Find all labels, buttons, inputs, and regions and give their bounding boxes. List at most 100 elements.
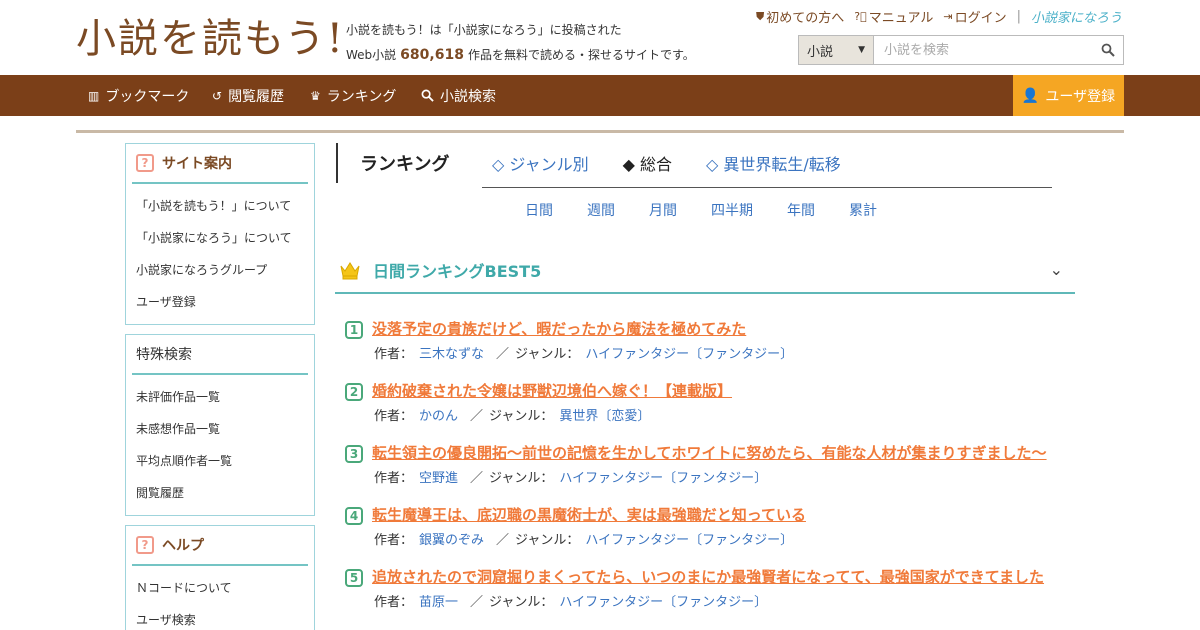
rank-number-badge: 1 xyxy=(345,321,363,339)
period-yearly[interactable]: 年間 xyxy=(787,200,815,220)
author-link[interactable]: 銀翼のぞみ xyxy=(419,533,484,548)
nav-bookmark-label: ブックマーク xyxy=(105,88,190,105)
sidebar-item-user-search[interactable]: ユーザ検索 xyxy=(126,604,314,630)
sidebar-item-about-narou[interactable]: 「小説家になろう」について xyxy=(126,222,314,254)
dropdown-arrow-icon: ▼ xyxy=(858,45,865,55)
novel-meta: 作者： 空野進 ／ ジャンル： ハイファンタジー〔ファンタジー〕 xyxy=(374,467,767,486)
author-link[interactable]: かのん xyxy=(419,409,458,424)
sidebar-item-unrated[interactable]: 未評価作品一覧 xyxy=(126,381,314,413)
main-nav: ▥ ブックマーク ↺ 閲覧履歴 ♛ ランキング 小説検索 👤 ユーザ登録 xyxy=(0,75,1200,116)
tab-overall[interactable]: ◆ 総合 xyxy=(623,151,672,175)
sidebar-item-register[interactable]: ユーザ登録 xyxy=(126,286,314,318)
login-icon: ⇥ xyxy=(943,10,953,23)
sidebar-guide-title-text: サイト案内 xyxy=(162,156,232,172)
sidebar-help: ? ヘルプ Ｎコードについて ユーザ検索 xyxy=(125,525,315,630)
narou-logo[interactable]: 小説家になろう xyxy=(1031,7,1122,26)
search-box: 小説 ▼ xyxy=(798,35,1124,65)
shield-icon: ⛊ xyxy=(756,9,765,23)
crown-icon: ♛ xyxy=(310,88,321,103)
novel-meta: 作者： 苗原一 ／ ジャンル： ハイファンタジー〔ファンタジー〕 xyxy=(374,591,767,610)
site-tagline: 小説を読もう！は「小説家になろう」に投稿された Web小説 680,618 作品を無… xyxy=(346,18,695,68)
nav-ranking-label: ランキング xyxy=(326,88,397,105)
nav-search-label: 小説検索 xyxy=(440,88,496,105)
nav-search[interactable]: 小説検索 xyxy=(421,75,496,116)
divider xyxy=(482,187,1052,188)
author-label: 作者： xyxy=(374,409,414,424)
slash-separator: ／ xyxy=(470,409,484,424)
period-daily[interactable]: 日間 xyxy=(525,200,553,220)
genre-label: ジャンル： xyxy=(489,595,554,610)
tab-isekai[interactable]: ◇ 異世界転生/転移 xyxy=(706,151,841,175)
period-weekly[interactable]: 週間 xyxy=(587,200,615,220)
history-icon: ↺ xyxy=(212,88,223,103)
register-button[interactable]: 👤 ユーザ登録 xyxy=(1013,75,1124,116)
nav-history[interactable]: ↺ 閲覧履歴 xyxy=(212,75,284,116)
author-label: 作者： xyxy=(374,347,414,362)
nav-ranking[interactable]: ♛ ランキング xyxy=(310,75,396,116)
search-button[interactable] xyxy=(1093,36,1123,64)
search-type-select[interactable]: 小説 ▼ xyxy=(799,36,874,64)
manual-label: マニュアル xyxy=(868,11,934,26)
genre-link[interactable]: ハイファンタジー〔ファンタジー〕 xyxy=(585,533,793,548)
login-label: ログイン xyxy=(954,11,1007,26)
period-monthly[interactable]: 月間 xyxy=(649,200,677,220)
author-link[interactable]: 苗原一 xyxy=(419,595,458,610)
slash-separator: ／ xyxy=(470,471,484,486)
novel-title-link[interactable]: 婚約破棄された令嬢は野獣辺境伯へ嫁ぐ！【連載版】 xyxy=(372,380,732,401)
genre-label: ジャンル： xyxy=(515,347,580,362)
novel-title-link[interactable]: 転生領主の優良開拓〜前世の記憶を生かしてホワイトに努めたら、有能な人材が集まりす… xyxy=(372,442,1047,463)
search-icon xyxy=(1101,43,1115,57)
sidebar-help-title-text: ヘルプ xyxy=(162,538,204,554)
novel-meta: 作者： かのん ／ ジャンル： 異世界〔恋愛〕 xyxy=(374,405,650,424)
sidebar-guide-title: ? サイト案内 xyxy=(132,144,308,184)
period-tabs: 日間 週間 月間 四半期 年間 累計 xyxy=(525,200,911,220)
genre-label: ジャンル： xyxy=(489,409,554,424)
site-header: 小説を読もう! 小説を読もう！は「小説家になろう」に投稿された Web小説 680… xyxy=(0,0,1200,75)
author-label: 作者： xyxy=(374,533,414,548)
novel-count: 680,618 xyxy=(400,47,464,63)
manual-link[interactable]: ?⃝ マニュアル xyxy=(854,7,933,26)
rank-number-badge: 2 xyxy=(345,383,363,401)
register-label: ユーザ登録 xyxy=(1045,88,1116,105)
tagline-line1: 小説を読もう！は「小説家になろう」に投稿された xyxy=(346,23,622,37)
sidebar-item-about-yomou[interactable]: 「小説を読もう！」について xyxy=(126,190,314,222)
search-icon xyxy=(421,89,434,102)
chevron-down-icon[interactable]: ⌄ xyxy=(1050,260,1063,279)
sidebar-item-group[interactable]: 小説家になろうグループ xyxy=(126,254,314,286)
author-link[interactable]: 空野進 xyxy=(419,471,458,486)
first-time-label: 初めての方へ xyxy=(766,11,845,26)
novel-title-link[interactable]: 没落予定の貴族だけど、暇だったから魔法を極めてみた xyxy=(372,318,746,339)
genre-link[interactable]: 異世界〔恋愛〕 xyxy=(559,409,650,424)
novel-title-link[interactable]: 転生魔導王は、底辺職の黒魔術士が、実は最強職だと知っている xyxy=(372,504,806,525)
period-total[interactable]: 累計 xyxy=(849,200,877,220)
site-logo[interactable]: 小説を読もう! xyxy=(76,14,345,64)
tagline-line2: Web小説 680,618 作品を無料で読める・探せるサイトです。 xyxy=(346,43,695,68)
nav-history-label: 閲覧履歴 xyxy=(228,88,285,105)
rank-number-badge: 5 xyxy=(345,569,363,587)
login-link[interactable]: ⇥ ログイン xyxy=(943,7,1006,26)
search-type-value: 小説 xyxy=(807,44,834,60)
period-quarterly[interactable]: 四半期 xyxy=(711,200,753,220)
sidebar-item-avg-authors[interactable]: 平均点順作者一覧 xyxy=(126,445,314,477)
search-input[interactable] xyxy=(874,36,1093,64)
best5-title: 日間ランキングBEST5 xyxy=(373,262,542,281)
sidebar-item-history[interactable]: 閲覧履歴 xyxy=(126,477,314,509)
sidebar-item-no-review[interactable]: 未感想作品一覧 xyxy=(126,413,314,445)
genre-link[interactable]: ハイファンタジー〔ファンタジー〕 xyxy=(559,471,767,486)
author-link[interactable]: 三木なずな xyxy=(419,347,484,362)
crown-icon xyxy=(340,262,360,280)
genre-label: ジャンル： xyxy=(489,471,554,486)
sidebar-item-ncode[interactable]: Ｎコードについて xyxy=(126,572,314,604)
rank-number-badge: 3 xyxy=(345,445,363,463)
genre-link[interactable]: ハイファンタジー〔ファンタジー〕 xyxy=(585,347,793,362)
tagline-post: 作品を無料で読める・探せるサイトです。 xyxy=(467,48,695,62)
genre-link[interactable]: ハイファンタジー〔ファンタジー〕 xyxy=(559,595,767,610)
novel-meta: 作者： 銀翼のぞみ ／ ジャンル： ハイファンタジー〔ファンタジー〕 xyxy=(374,529,793,548)
novel-title-link[interactable]: 追放されたので洞窟掘りまくってたら、いつのまにか最強賢者になってて、最強国家がで… xyxy=(372,566,1044,587)
first-time-link[interactable]: ⛊ 初めての方へ xyxy=(756,7,845,27)
tab-genre[interactable]: ◇ ジャンル別 xyxy=(492,151,589,175)
nav-bookmark[interactable]: ▥ ブックマーク xyxy=(88,75,189,116)
top-links: ⛊ 初めての方へ ?⃝ マニュアル ⇥ ログイン | 小説家になろう xyxy=(756,7,1122,26)
question-circle-icon: ?⃝ xyxy=(854,10,867,23)
ranking-heading: ランキング xyxy=(336,143,449,183)
